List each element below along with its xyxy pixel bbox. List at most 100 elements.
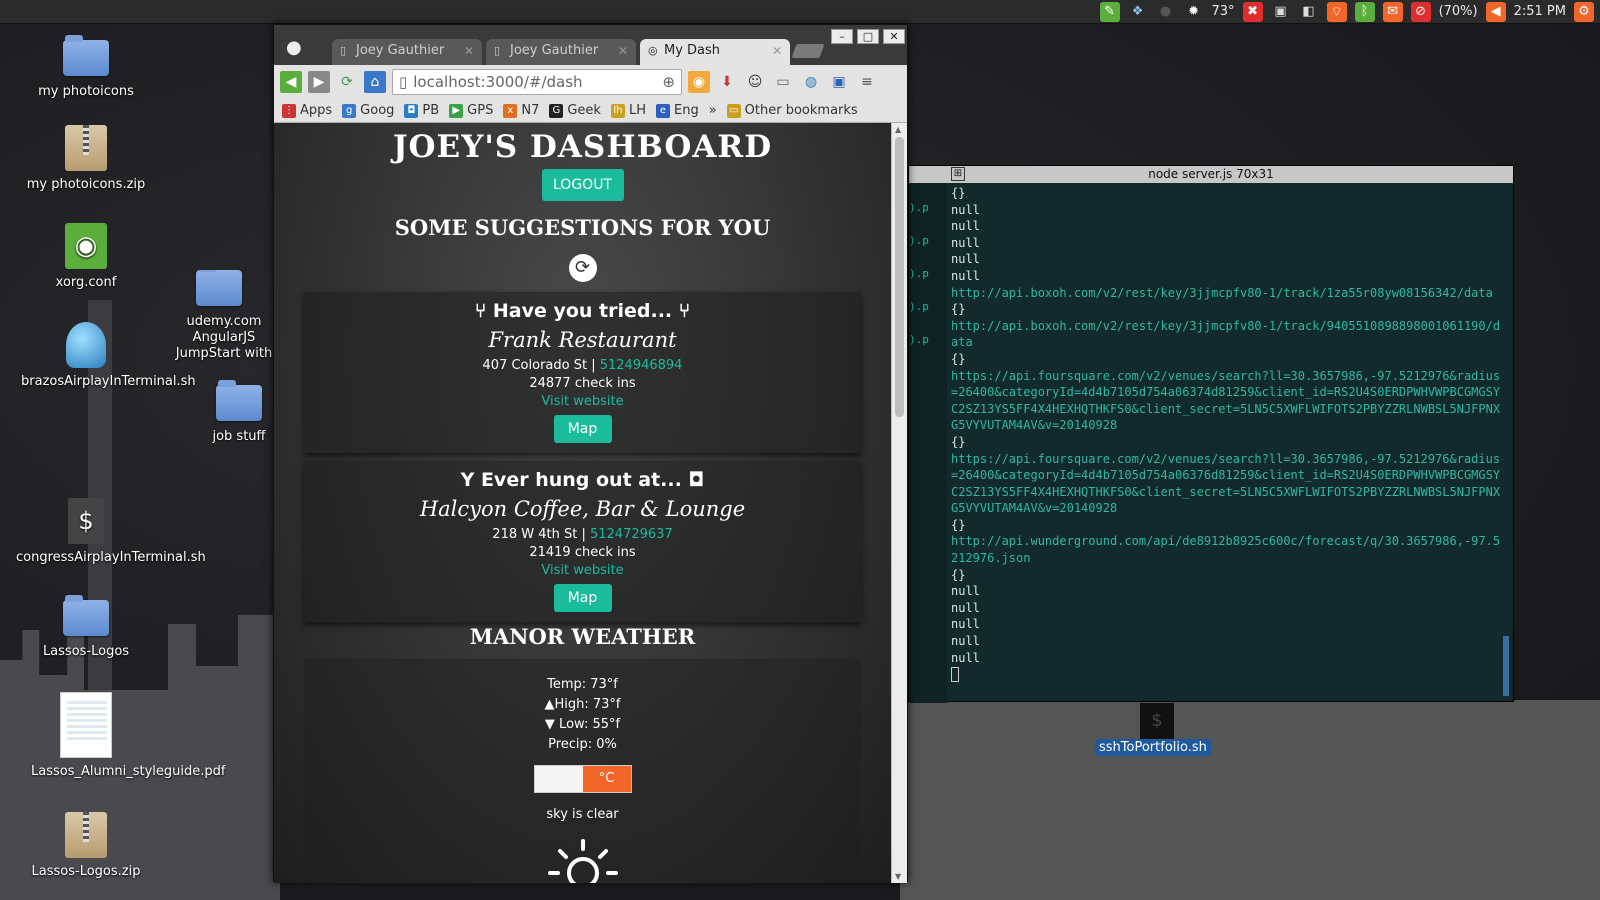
venue-address: 218 W 4th St | bbox=[492, 527, 586, 542]
desktop-icon-brazos-script[interactable]: brazosAirplayInTerminal.sh bbox=[11, 322, 196, 390]
folder-icon bbox=[63, 595, 109, 636]
forward-button[interactable]: ▶ bbox=[308, 71, 330, 93]
refresh-icon[interactable]: ⟳ bbox=[568, 254, 597, 282]
bookmark-label: GPS bbox=[467, 103, 494, 118]
unit-toggle[interactable]: °C bbox=[533, 765, 632, 793]
weather-icon[interactable]: ✹ bbox=[1184, 2, 1204, 22]
x-icon[interactable]: ✖ bbox=[1242, 1, 1263, 22]
reload-button[interactable]: ⟳ bbox=[336, 71, 358, 93]
desktop-icon-styleguide-pdf[interactable]: Lassos_Alumni_styleguide.pdf bbox=[11, 692, 226, 780]
shell-script-icon[interactable]: $ bbox=[1140, 703, 1174, 739]
evernote-icon[interactable]: ✎ bbox=[1099, 1, 1120, 22]
cast-icon[interactable]: ▭ bbox=[772, 71, 794, 93]
clock[interactable]: 2:51 PM bbox=[1514, 4, 1566, 19]
suggestion-card: ⑂ Have you tried... ⑂ Frank Restaurant 4… bbox=[304, 292, 861, 453]
close-icon[interactable]: ✕ bbox=[618, 44, 628, 58]
desktop-icon-congress-script[interactable]: $ congressAirplayInTerminal.sh bbox=[11, 498, 206, 566]
terminal-line: null bbox=[951, 252, 980, 267]
new-tab-button[interactable] bbox=[791, 44, 825, 58]
browser-window[interactable]: ● ▯ Joey Gauthier ✕ ▯ Joey Gauthier ✕ ◎ … bbox=[273, 24, 908, 883]
map-button[interactable]: Map bbox=[553, 584, 612, 612]
venue-checkins: 21419 check ins bbox=[529, 545, 636, 560]
terminal-titlebar[interactable]: ⊞ node server.js 70x31 bbox=[909, 166, 1513, 183]
venue-phone-link[interactable]: 5124946894 bbox=[600, 358, 683, 373]
screenshot-icon[interactable]: ▣ bbox=[828, 71, 850, 93]
scrollbar-thumb[interactable] bbox=[895, 137, 904, 417]
scroll-down-icon[interactable]: ▼ bbox=[895, 872, 901, 881]
map-button[interactable]: Map bbox=[553, 415, 612, 443]
visit-website-link[interactable]: Visit website bbox=[304, 563, 861, 578]
address-bar[interactable]: ▯ localhost:3000/#/dash ⊕ bbox=[392, 69, 682, 95]
unit-toggle-off[interactable] bbox=[534, 766, 583, 792]
tab-my-dash[interactable]: ◎ My Dash ✕ bbox=[640, 39, 790, 65]
globe-icon: ◎ bbox=[648, 44, 658, 57]
close-icon[interactable]: ✕ bbox=[464, 44, 474, 58]
clipboard-icon[interactable]: ▣ bbox=[1271, 2, 1291, 22]
menu-icon[interactable]: ≡ bbox=[856, 71, 878, 93]
temperature-indicator[interactable]: 73° bbox=[1212, 4, 1235, 19]
moon-icon[interactable]: ● bbox=[1156, 2, 1176, 22]
bookmark-apps[interactable]: ⋮ Apps bbox=[282, 103, 332, 118]
bookmark-pb[interactable]: ◘ PB bbox=[404, 103, 439, 118]
suggestion-heading: ⑂ Have you tried... ⑂ bbox=[304, 300, 861, 322]
desktop-icon-my-photoicons[interactable]: my photoicons bbox=[11, 35, 161, 100]
logout-button[interactable]: LOGOUT bbox=[541, 169, 624, 201]
sound-icon[interactable]: ◧ bbox=[1299, 2, 1319, 22]
back-button[interactable]: ◀ bbox=[280, 71, 302, 93]
translate-icon[interactable]: ◍ bbox=[800, 71, 822, 93]
bookmark-gps[interactable]: ▶ GPS bbox=[449, 103, 493, 118]
bookmark-eng[interactable]: e Eng bbox=[655, 103, 699, 118]
desktop-icon-xorg-conf[interactable]: ◉ xorg.conf bbox=[11, 223, 161, 291]
bookmark-other[interactable]: ▭ Other bookmarks bbox=[726, 103, 858, 118]
dropbox-icon[interactable]: ❖ bbox=[1128, 2, 1148, 22]
close-window-button[interactable]: ✕ bbox=[883, 29, 905, 44]
page-scrollbar[interactable]: ▲ ▼ bbox=[891, 123, 907, 883]
venue-phone-link[interactable]: 5124729637 bbox=[590, 527, 673, 542]
terminal-line: null bbox=[951, 268, 980, 283]
volume-icon[interactable]: ◀ bbox=[1485, 1, 1506, 22]
close-icon[interactable]: ✕ bbox=[772, 44, 782, 58]
battery-icon[interactable]: ⊘ bbox=[1410, 1, 1431, 22]
bookmarks-overflow[interactable]: » bbox=[709, 103, 717, 118]
terminal-scrollbar[interactable] bbox=[1503, 636, 1509, 696]
visit-website-link[interactable]: Visit website bbox=[304, 394, 861, 409]
battery-percent[interactable]: (70%) bbox=[1439, 4, 1478, 19]
terminal-window[interactable]: ⊞ node server.js 70x31 ).p ).p ).p ).p )… bbox=[908, 165, 1514, 703]
desktop-icon-lassos-logos[interactable]: Lassos-Logos bbox=[11, 595, 161, 660]
tab-joey-gauthier-2[interactable]: ▯ Joey Gauthier ✕ bbox=[486, 39, 636, 65]
terminal-line: {} bbox=[951, 186, 966, 200]
bookmark-lh[interactable]: lh LH bbox=[610, 103, 646, 118]
desktop-icon-lassos-logos-zip[interactable]: Lassos-Logos.zip bbox=[11, 812, 161, 880]
bookmark-goog[interactable]: g Goog bbox=[342, 103, 394, 118]
ghostery-icon[interactable]: ☺ bbox=[744, 71, 766, 93]
location-icon[interactable]: ⊕ bbox=[662, 73, 675, 91]
gear-icon[interactable]: ⚙ bbox=[1574, 1, 1594, 22]
terminal-fragment: ).p bbox=[909, 234, 929, 247]
home-button[interactable]: ⌂ bbox=[364, 71, 386, 93]
terminal-output[interactable]: {} null null null null null http://api.boxoh.c… bbox=[951, 185, 1501, 683]
bookmark-n7[interactable]: x N7 bbox=[503, 103, 539, 118]
scroll-up-icon[interactable]: ▲ bbox=[895, 125, 901, 134]
config-file-icon: ◉ bbox=[65, 223, 107, 269]
desktop-icon-label: udemy.com AngularJS JumpStart with bbox=[175, 314, 273, 361]
desktop-icon-ssh-label[interactable]: sshToPortfolio.sh bbox=[1095, 739, 1211, 756]
profile-avatar-icon[interactable]: ● bbox=[286, 37, 308, 63]
bookmarks-bar: ⋮ Apps g Goog ◘ PB ▶ GPS x N7 G Geek lh LH e Eng… bbox=[274, 99, 907, 123]
bookmark-geek[interactable]: G Geek bbox=[549, 103, 601, 118]
desktop-icon-label: Lassos_Alumni_styleguide.pdf bbox=[31, 764, 226, 779]
apps-grid-icon: ⋮ bbox=[282, 103, 296, 118]
tab-joey-gauthier-1[interactable]: ▯ Joey Gauthier ✕ bbox=[332, 39, 482, 65]
download-icon[interactable]: ⬇ bbox=[716, 71, 738, 93]
desktop-icon-udemy[interactable]: udemy.com AngularJS JumpStart with bbox=[164, 270, 274, 362]
mail-icon[interactable]: ✉ bbox=[1382, 1, 1403, 22]
rss-icon[interactable]: ◉ bbox=[688, 71, 710, 93]
weather-panel: Temp: 73°f ▲High: 73°f ▼ Low: 55°f Preci… bbox=[304, 659, 861, 883]
desktop-icon-my-photoicons-zip[interactable]: my photoicons.zip bbox=[11, 125, 161, 193]
terminal-fragment: ).p bbox=[909, 201, 929, 214]
terminal-menu-icon[interactable]: ⊞ bbox=[951, 167, 965, 181]
maximize-button[interactable]: □ bbox=[857, 29, 879, 44]
minimize-button[interactable]: – bbox=[831, 29, 853, 44]
bluetooth-icon[interactable]: ᛒ bbox=[1354, 1, 1375, 22]
wifi-icon[interactable]: ⌔ bbox=[1326, 1, 1347, 22]
unit-toggle-celsius[interactable]: °C bbox=[582, 766, 631, 792]
